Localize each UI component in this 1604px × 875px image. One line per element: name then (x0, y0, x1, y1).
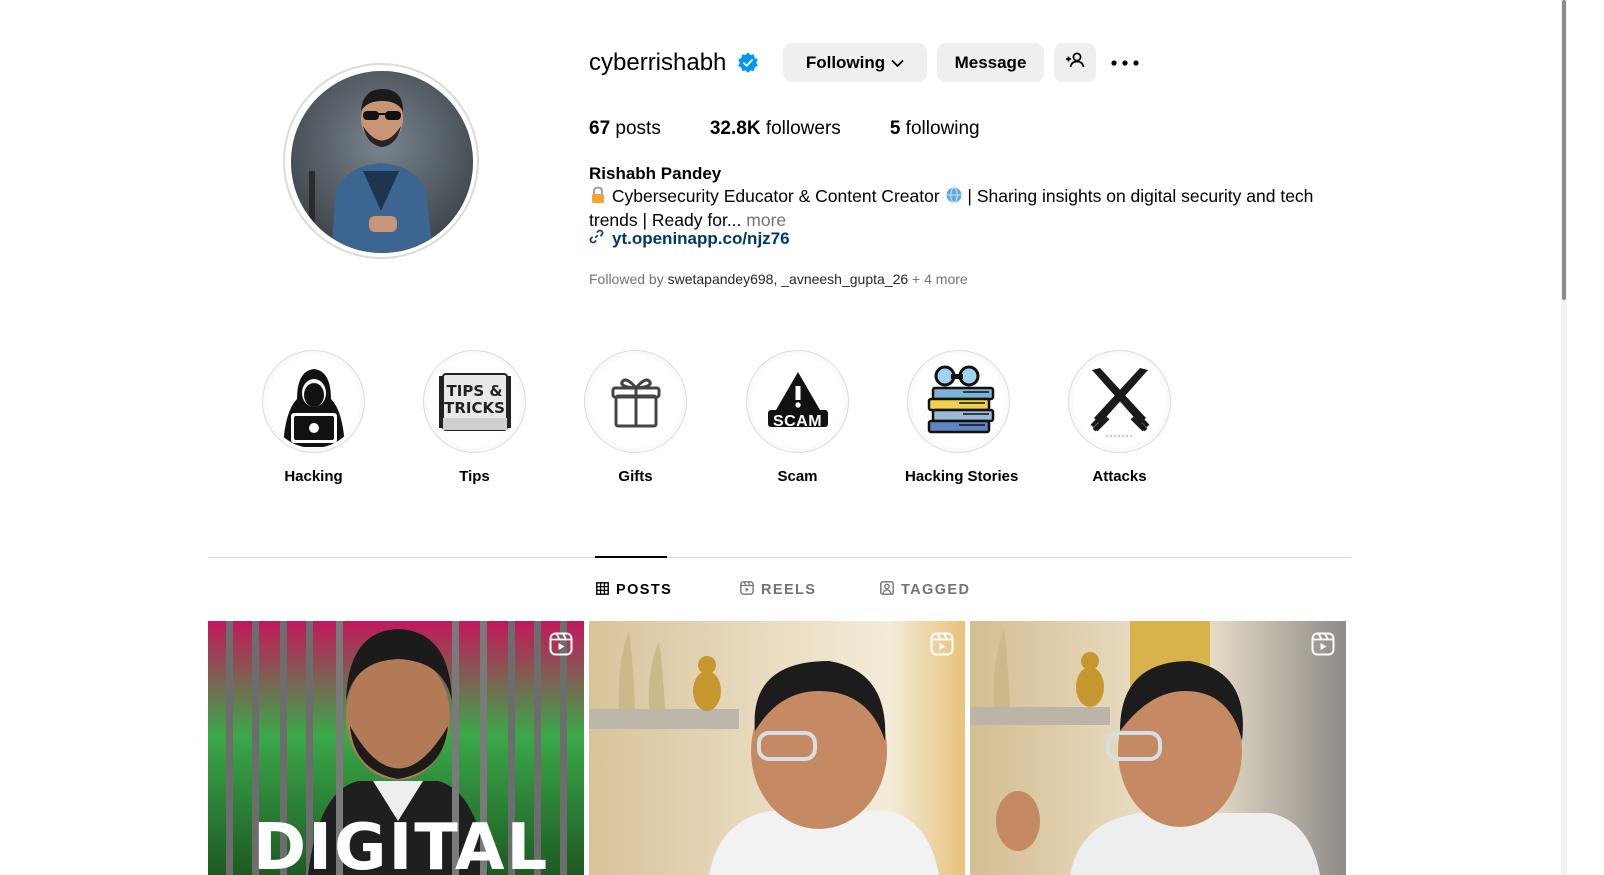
books-icon (912, 355, 1005, 448)
profile-link[interactable]: yt.openinapp.co/njz76 (589, 229, 790, 249)
add-user-icon (1065, 52, 1085, 73)
highlight-scam[interactable]: SCAM Scam (744, 350, 851, 485)
highlight-label: Scam (777, 468, 818, 485)
reel-icon (1311, 632, 1335, 656)
tabs-divider (208, 557, 1351, 558)
followed-by[interactable]: Followed by swetapandey698, _avneesh_gup… (589, 271, 968, 287)
highlight-tips[interactable]: TIPS & TRICKS Tips (421, 350, 528, 485)
grid-icon (596, 581, 609, 599)
hacker-icon (267, 355, 360, 448)
crossed-swords-icon (1073, 355, 1166, 448)
profile-bio: Cybersecurity Educator & Content Creator… (589, 185, 1349, 231)
following-button[interactable]: Following (783, 43, 927, 82)
reel-icon (549, 632, 573, 656)
profile-stats: 67 posts 32.8K followers 5 following (589, 116, 1029, 142)
scrollbar-thumb[interactable] (1562, 0, 1566, 300)
highlight-hacking[interactable]: Hacking (260, 350, 367, 485)
tagged-icon (880, 581, 894, 599)
highlight-hacking-stories[interactable]: Hacking Stories (905, 350, 1019, 485)
reel-icon (930, 632, 954, 656)
suggest-users-button[interactable] (1054, 43, 1096, 82)
followed-by-user: swetapandey698 (667, 271, 774, 287)
profile-username: cyberrishabh (589, 49, 727, 76)
bio-more-link[interactable]: more (746, 210, 786, 230)
following-button-label: Following (805, 52, 886, 72)
highlight-attacks[interactable]: Attacks (1066, 350, 1173, 485)
highlight-label: Attacks (1092, 468, 1147, 485)
followed-by-user: _avneesh_gupta_26 (781, 271, 909, 287)
verified-badge-icon (737, 52, 759, 74)
post-image (970, 621, 1346, 875)
highlight-gifts[interactable]: Gifts (582, 350, 689, 485)
profile-full-name: Rishabh Pandey (589, 164, 722, 183)
post-thumbnail[interactable] (970, 621, 1346, 875)
post-image (589, 621, 965, 875)
highlight-label: Tips (459, 468, 490, 485)
highlight-label: Gifts (618, 468, 653, 485)
followers-stat[interactable]: 32.8K followers (710, 118, 841, 140)
tips-badge-text: TIPS & TRICKS (444, 382, 505, 417)
link-icon (589, 229, 604, 249)
message-button-label: Message (954, 52, 1027, 72)
more-options-icon[interactable] (1106, 48, 1144, 78)
highlight-label: Hacking (284, 468, 343, 485)
profile-avatar[interactable] (291, 71, 473, 253)
scam-warning-icon (751, 355, 844, 448)
lock-emoji-icon (589, 186, 607, 209)
posts-stat: 67 posts (589, 118, 661, 139)
chevron-down-icon (891, 53, 904, 73)
followed-by-more: + 4 more (912, 271, 968, 287)
reels-icon (740, 581, 754, 599)
gift-icon (589, 355, 682, 448)
tab-tagged[interactable]: TAGGED (880, 579, 970, 601)
post-overlay-text: DIGITAL (253, 811, 550, 875)
post-thumbnail[interactable] (589, 621, 965, 875)
following-stat[interactable]: 5 following (890, 118, 980, 140)
active-tab-indicator (595, 556, 667, 558)
highlight-label: Hacking Stories (905, 468, 1019, 485)
bio-text: Cybersecurity Educator & Content Creator (611, 186, 940, 206)
message-button[interactable]: Message (937, 43, 1044, 82)
scam-badge-text: SCAM (772, 413, 823, 430)
globe-emoji-icon (945, 186, 963, 209)
tab-reels[interactable]: REELS (740, 579, 816, 601)
post-thumbnail[interactable]: DIGITAL (208, 621, 584, 875)
tab-posts[interactable]: POSTS (596, 579, 672, 601)
profile-link-text: yt.openinapp.co/njz76 (612, 229, 790, 248)
